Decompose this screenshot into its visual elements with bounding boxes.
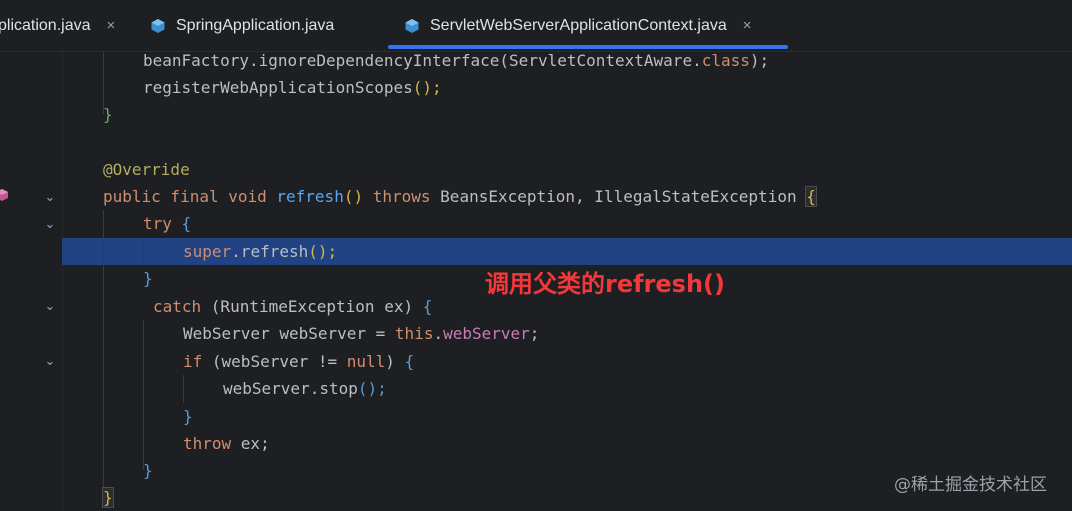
code-line-1: beanFactory.ignoreDependencyInterface(Se… [143,47,769,74]
code-line-13: webServer.stop(); [223,375,387,402]
code-token: { [404,352,415,371]
code-line-9: } [143,265,153,292]
code-token: WebServer webServer = [183,324,395,343]
code-token-keyword: class [701,51,750,70]
fold-chevron-down-icon[interactable]: ⌄ [44,300,56,313]
code-token: { [181,214,192,233]
code-token: ex; [240,434,270,453]
code-token-keyword: public final void [103,187,277,206]
code-token: } [183,407,193,426]
code-token: . [433,324,444,343]
code-token-keyword: super [183,242,232,261]
code-token-annotation: @Override [103,160,190,179]
code-token: } [103,105,113,124]
java-class-icon [405,18,419,33]
matched-brace: } [102,487,114,508]
fold-chevron-down-icon[interactable]: ⌄ [44,191,56,204]
code-token: .refresh [231,242,309,261]
code-token: (); [357,379,387,398]
gutter-separator [62,52,63,511]
code-line-16: } [143,457,153,484]
code-token-keyword: try [143,214,182,233]
code-token: beanFactory.ignoreDependencyInterface( [143,51,510,70]
code-token: ; [529,324,540,343]
code-token-keyword: throw [183,434,241,453]
code-line-5: @Override [103,156,190,183]
code-token: } [143,269,153,288]
code-line-14: } [183,403,193,430]
java-class-icon [151,18,165,33]
code-token: ) [385,352,405,371]
tab-servlet-web-server-application-context-java[interactable]: ServletWebServerApplicationContext.java … [404,0,752,51]
watermark-text: @稀土掘金技术社区 [894,475,1047,495]
code-line-11: WebServer webServer = this.webServer; [183,320,539,347]
tab-label: ServletWebServerApplicationContext.java [430,16,727,34]
code-line-7: try { [143,210,191,237]
code-token: (); [412,78,442,97]
code-line-6: public final void refresh() throws Beans… [103,183,817,210]
code-token: ServletContextAware. [509,51,702,70]
indent-guide [183,375,184,403]
close-icon[interactable]: × [743,17,752,34]
code-token: () [343,187,373,206]
tab-application-java[interactable]: plication.java × [0,0,115,51]
tab-spring-application-java[interactable]: SpringApplication.java [150,0,334,51]
tab-label: plication.java [0,16,91,34]
close-icon[interactable]: × [107,17,116,34]
code-token: (webServer != [211,352,347,371]
code-token-keyword: throws [372,187,441,206]
code-token: { [422,297,433,316]
code-token-field: webServer [443,324,530,343]
fold-chevron-down-icon[interactable]: ⌄ [44,355,56,368]
code-line-17: } [102,484,114,511]
indent-guide [103,210,104,490]
tab-label: SpringApplication.java [176,16,335,34]
code-token: BeansException, IllegalStateException [440,187,807,206]
indent-guide [143,238,144,265]
fold-chevron-down-icon[interactable]: ⌄ [44,218,56,231]
code-line-12: if (webServer != null) { [183,348,414,375]
indent-guide [143,320,144,470]
code-token: registerWebApplicationScopes [143,78,413,97]
code-editor[interactable]: ⌄ ⌄ ⌄ ⌄ beanFactory.ignoreDependencyInte… [0,51,1072,511]
code-token-keyword: null [346,352,386,371]
matched-brace: { [805,186,817,207]
callout-annotation: 调用父类的refresh() [485,270,725,298]
code-token-keyword: this [394,324,434,343]
code-line-8: super.refresh(); [183,238,337,265]
code-token-keyword: if [183,352,212,371]
code-token: ); [749,51,770,70]
code-token: (); [308,242,338,261]
code-line-2: registerWebApplicationScopes(); [143,74,442,101]
code-token-function: refresh [276,187,344,206]
editor-tab-bar: plication.java × SpringApplication.java … [0,0,1072,52]
ide-window: plication.java × SpringApplication.java … [0,0,1072,511]
code-line-10: catch (RuntimeException ex) { [153,293,432,320]
override-method-icon[interactable] [0,189,8,201]
code-token-keyword: catch [153,297,211,316]
code-token: webServer.stop [223,379,358,398]
code-token: } [143,461,153,480]
code-line-3: } [103,101,113,128]
code-token: (RuntimeException ex) [210,297,423,316]
code-line-15: throw ex; [183,430,270,457]
